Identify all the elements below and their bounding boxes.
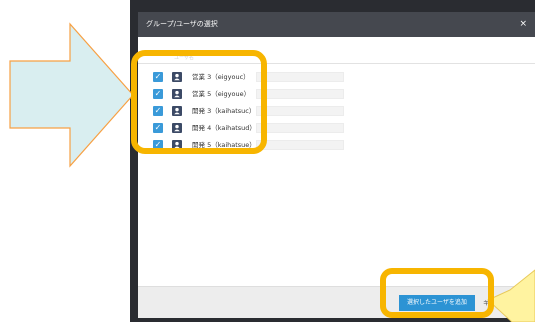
- screen: グループ/ユーザの選択 × ユーザ名 ✓ 営業 3（eigyouc） ✓ 営業 …: [0, 0, 535, 322]
- add-button-highlight: [380, 268, 494, 318]
- pointing-arrow-icon: [9, 22, 134, 168]
- callout-bubble-icon: [487, 269, 535, 322]
- user-list-highlight: [131, 50, 267, 154]
